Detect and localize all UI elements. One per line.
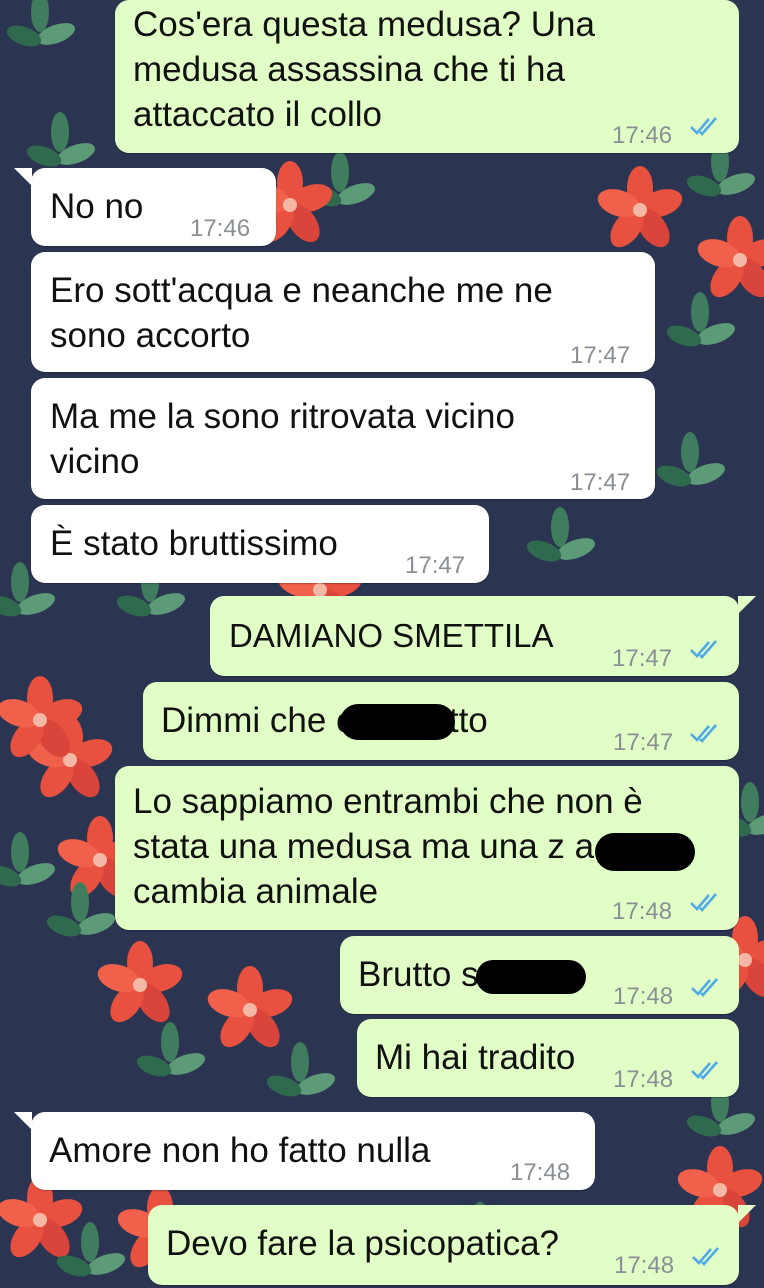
message-time: 17:46 xyxy=(190,215,251,242)
double-check-read-icon xyxy=(690,893,717,912)
message-text: Devo fare la psicopatica? xyxy=(166,1224,559,1263)
message-time: 17:47 xyxy=(405,552,466,579)
message-bubble-outgoing[interactable]: Mi hai tradito 17:48 xyxy=(357,1019,739,1097)
message-time: 17:48 xyxy=(613,1066,674,1093)
message-bubble-outgoing[interactable]: Dimmi che c hai fatto 17:47 xyxy=(143,682,739,760)
message-time: 17:46 xyxy=(612,122,673,149)
redaction-mark xyxy=(340,704,455,740)
message-bubble-incoming[interactable]: Ero sott'acqua e neanche me ne sono acco… xyxy=(31,252,655,372)
bubble-tail xyxy=(14,168,32,186)
message-bubble-outgoing[interactable]: Brutto st 17:48 xyxy=(340,936,739,1014)
message-text: Ma me la sono ritrovata vicino vicino xyxy=(50,397,515,481)
bubble-tail xyxy=(738,596,756,614)
double-check-read-icon xyxy=(690,640,717,659)
double-check-read-icon xyxy=(691,978,718,997)
redaction-mark xyxy=(595,833,695,871)
message-bubble-incoming[interactable]: È stato bruttissimo 17:47 xyxy=(31,505,489,583)
message-bubble-outgoing[interactable]: Devo fare la psicopatica? 17:48 xyxy=(148,1205,739,1285)
message-time: 17:47 xyxy=(613,729,674,756)
message-bubble-outgoing[interactable]: Lo sappiamo entrambi che non è stata una… xyxy=(115,766,739,930)
message-text: Brutto st xyxy=(358,955,489,994)
message-time: 17:48 xyxy=(613,983,674,1010)
chat-area: Cos'era questa medusa? Una medusa assass… xyxy=(0,0,764,1285)
message-time: 17:47 xyxy=(570,469,631,496)
message-text: Cos'era questa medusa? Una medusa assass… xyxy=(133,5,595,134)
double-check-read-icon xyxy=(692,1247,719,1266)
message-bubble-outgoing[interactable]: DAMIANO SMETTILA 17:47 xyxy=(210,596,739,676)
message-bubble-incoming[interactable]: Amore non ho fatto nulla 17:48 xyxy=(31,1112,595,1190)
message-bubble-incoming[interactable]: No no 17:46 xyxy=(31,168,276,246)
message-time: 17:48 xyxy=(614,1252,675,1279)
message-time: 17:48 xyxy=(510,1159,571,1186)
message-time: 17:48 xyxy=(612,898,673,925)
message-time: 17:47 xyxy=(612,645,673,672)
bubble-tail xyxy=(738,1205,756,1223)
message-time: 17:47 xyxy=(570,342,631,369)
redaction-mark xyxy=(476,960,586,994)
double-check-read-icon xyxy=(690,724,717,743)
bubble-tail xyxy=(14,1112,32,1130)
message-text: No no xyxy=(50,187,144,226)
message-text: Ero sott'acqua e neanche me ne sono acco… xyxy=(50,271,553,355)
message-bubble-outgoing[interactable]: Cos'era questa medusa? Una medusa assass… xyxy=(115,0,739,153)
message-text: È stato bruttissimo xyxy=(50,524,338,563)
message-text: Amore non ho fatto nulla xyxy=(49,1131,431,1170)
double-check-read-icon xyxy=(691,1061,718,1080)
double-check-read-icon xyxy=(690,117,717,136)
message-text: Mi hai tradito xyxy=(375,1038,576,1077)
message-text: DAMIANO SMETTILA xyxy=(229,617,554,654)
message-bubble-incoming[interactable]: Ma me la sono ritrovata vicino vicino 17… xyxy=(31,378,655,499)
message-text: Lo sappiamo entrambi che non è stata una… xyxy=(133,782,643,911)
